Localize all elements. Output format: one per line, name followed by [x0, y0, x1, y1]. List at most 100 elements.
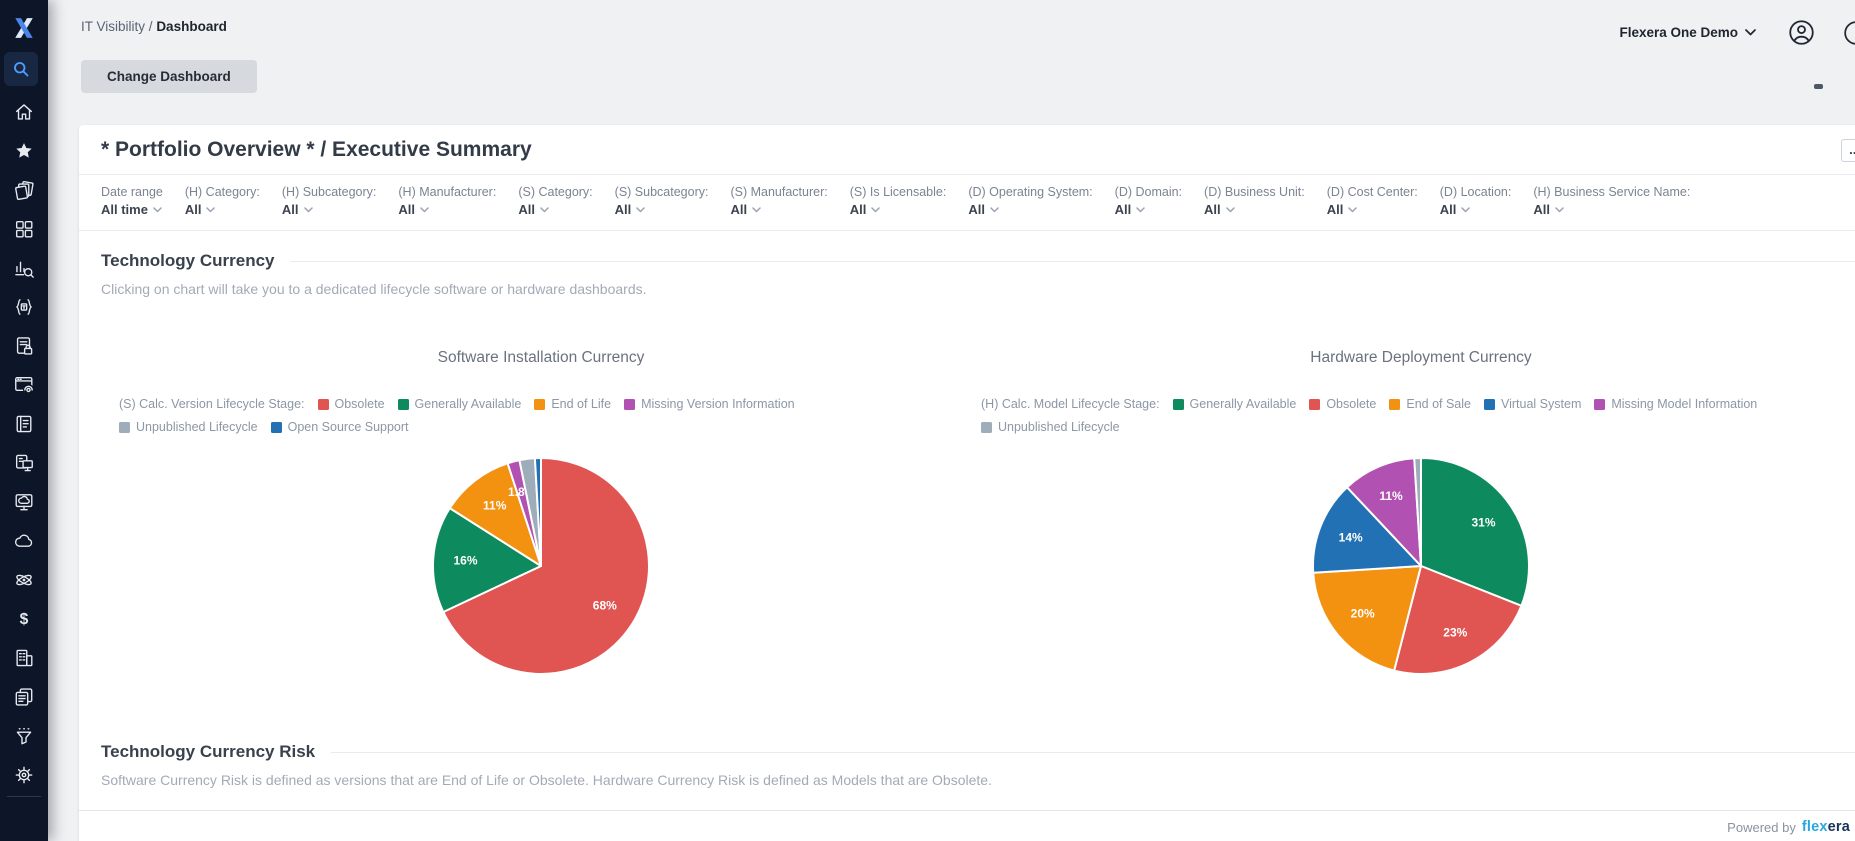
- filter-value-dropdown[interactable]: All: [1204, 202, 1305, 217]
- legend-label: Virtual System: [1501, 397, 1582, 411]
- filter-label: (D) Cost Center:: [1326, 185, 1418, 199]
- sidebar-item-app-fingerprint[interactable]: [4, 365, 44, 404]
- sidebar-item-home[interactable]: [4, 92, 44, 131]
- home-icon: [13, 101, 35, 123]
- account-switcher[interactable]: Flexera One Demo: [1619, 25, 1756, 40]
- sidebar-item-spend[interactable]: $: [4, 599, 44, 638]
- legend-item[interactable]: Obsolete: [1309, 397, 1376, 411]
- section-heading: Technology Currency Risk: [101, 742, 316, 761]
- legend-swatch: [397, 398, 409, 410]
- pie-slice-label: 11%: [1379, 489, 1403, 503]
- legend-item[interactable]: Unpublished Lifecycle: [981, 420, 1120, 434]
- legend-title: (H) Calc. Model Lifecycle Stage:: [981, 397, 1160, 411]
- breadcrumb-section[interactable]: IT Visibility: [81, 19, 145, 34]
- filter-value-dropdown[interactable]: All: [518, 202, 592, 217]
- sidebar-item-catalog[interactable]: [4, 170, 44, 209]
- chevron-down-icon: [1461, 206, 1471, 212]
- sidebar-item-chart-search[interactable]: [4, 248, 44, 287]
- filter-label: (D) Domain:: [1114, 185, 1183, 199]
- pie-slice-label: 31%: [1471, 516, 1495, 530]
- legend-item[interactable]: Obsolete: [317, 397, 385, 411]
- pie-slice-label: 68%: [593, 599, 617, 613]
- filter-label: (H) Business Service Name:: [1533, 185, 1691, 199]
- pie-slice-label: 14%: [1339, 530, 1363, 544]
- legend-swatch: [981, 421, 992, 433]
- sidebar-item-document-lock[interactable]: [4, 326, 44, 365]
- legend-item[interactable]: Generally Available: [397, 397, 522, 411]
- sidebar-item-devices[interactable]: [4, 443, 44, 482]
- filter-value-dropdown[interactable]: All: [615, 202, 709, 217]
- sidebar-item-funnel[interactable]: [4, 716, 44, 755]
- legend-item[interactable]: Open Source Support: [270, 420, 409, 434]
- dashboard-card: * Portfolio Overview * / Executive Summa…: [79, 125, 1855, 841]
- chevron-down-icon: [871, 206, 881, 212]
- card-menu-button[interactable]: ...: [1841, 138, 1855, 162]
- filter-value-dropdown[interactable]: All: [1533, 202, 1690, 217]
- chevron-down-icon: [752, 206, 761, 212]
- sidebar-item-settings[interactable]: [4, 755, 44, 794]
- legend-label: Unpublished Lifecycle: [998, 420, 1120, 434]
- filter-value-dropdown[interactable]: All: [398, 202, 496, 217]
- sidebar-item-report[interactable]: [4, 404, 44, 443]
- favorites-icon: [13, 140, 35, 162]
- legend-item[interactable]: Missing Model Information: [1594, 397, 1757, 411]
- sidebar-item-code[interactable]: [4, 287, 44, 326]
- legend-item[interactable]: End of Sale: [1389, 397, 1471, 411]
- sidebar-item-search[interactable]: [4, 52, 38, 86]
- pie-chart[interactable]: 31% 23% 20% 14% 11%: [1301, 450, 1541, 686]
- filter-label: (S) Is Licensable:: [849, 185, 947, 199]
- filter-value: All: [281, 202, 299, 217]
- filter-value-dropdown[interactable]: All: [730, 202, 827, 217]
- filter-value-dropdown[interactable]: All: [850, 202, 947, 217]
- filter-h-business-service-name: (H) Business Service Name: All: [1533, 185, 1690, 217]
- legend-item[interactable]: Virtual System: [1484, 397, 1581, 411]
- filter-value-dropdown[interactable]: All: [1115, 202, 1182, 217]
- pie-chart[interactable]: 68%16%11%1.8%: [421, 450, 661, 686]
- filter-value-dropdown[interactable]: All: [282, 202, 376, 217]
- filter-value-dropdown[interactable]: All: [1327, 202, 1418, 217]
- sidebar-item-pages[interactable]: [4, 677, 44, 716]
- filter-value-dropdown[interactable]: All: [968, 202, 1092, 217]
- filter-value: All time: [101, 202, 148, 217]
- chevron-down-icon: [1555, 206, 1564, 212]
- filter-value-dropdown[interactable]: All: [185, 202, 260, 217]
- filter-d-business-unit: (D) Business Unit: All: [1204, 185, 1305, 217]
- help-icon[interactable]: [1843, 20, 1855, 46]
- filter-value: All: [1204, 202, 1221, 217]
- filter-value-dropdown[interactable]: All time: [101, 202, 163, 217]
- filter-label: (D) Business Unit:: [1204, 185, 1305, 199]
- legend-item[interactable]: Missing Version Information: [624, 397, 795, 411]
- legend-item[interactable]: Generally Available: [1172, 397, 1296, 411]
- breadcrumb: IT Visibility / Dashboard: [81, 19, 227, 34]
- user-avatar-icon[interactable]: [1788, 19, 1815, 46]
- sidebar-item-monitor-cloud[interactable]: [4, 482, 44, 521]
- legend-label: Generally Available: [414, 397, 522, 411]
- filter-s-subcategory: (S) Subcategory: All: [615, 185, 709, 217]
- filter-label: (S) Subcategory:: [614, 185, 709, 199]
- change-dashboard-button[interactable]: Change Dashboard: [81, 60, 257, 93]
- app-fingerprint-icon: [13, 374, 35, 396]
- sidebar-item-automation[interactable]: [4, 560, 44, 599]
- legend-swatch: [270, 421, 282, 433]
- legend-item[interactable]: Unpublished Lifecycle: [119, 420, 258, 434]
- chevron-down-icon: [1136, 206, 1146, 212]
- filter-value: All: [1439, 202, 1457, 217]
- pie-slice-label: 11%: [483, 498, 507, 512]
- code-icon: [13, 296, 35, 318]
- filter-value: All: [1533, 202, 1550, 217]
- legend-item[interactable]: End of Life: [534, 397, 611, 411]
- filter-value-dropdown[interactable]: All: [1440, 202, 1512, 217]
- sidebar-item-dashboard[interactable]: [4, 209, 44, 248]
- legend-label: Obsolete: [1326, 397, 1377, 411]
- card-header: * Portfolio Overview * / Executive Summa…: [79, 125, 1855, 175]
- legend-label: Obsolete: [334, 397, 385, 411]
- flexera-logo-icon[interactable]: [10, 14, 38, 42]
- filter-value: All: [1114, 202, 1132, 217]
- hardware-currency-chart: Hardware Deployment Currency (H) Calc. Mo…: [981, 317, 1855, 686]
- legend-swatch: [1309, 398, 1321, 410]
- sidebar-item-cloud[interactable]: [4, 521, 44, 560]
- sidebar-item-organization[interactable]: [4, 638, 44, 677]
- sidebar-item-favorites[interactable]: [4, 131, 44, 170]
- filter-d-cost-center: (D) Cost Center: All: [1327, 185, 1418, 217]
- chart-legend: (H) Calc. Model Lifecycle Stage: Generall…: [981, 397, 1781, 434]
